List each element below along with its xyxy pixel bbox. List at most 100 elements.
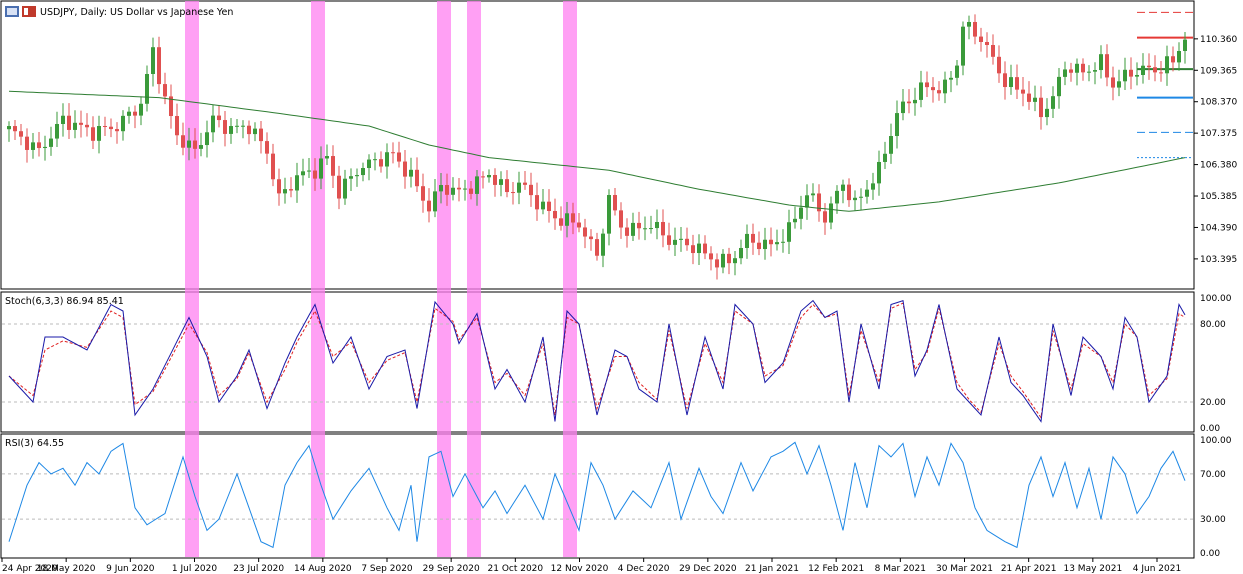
candle-body [805,195,809,208]
candle-body [1147,65,1151,68]
candle-body [619,210,623,228]
candle-body [1177,51,1181,63]
candle-body [673,239,677,245]
candle-body [337,175,341,199]
candle-body [67,115,71,130]
candle-body [553,210,557,219]
chart-canvas[interactable]: USDJPY, Daily: US Dollar vs Japanese Yen… [0,0,1243,574]
candle-body [49,138,53,147]
candlestick-series [7,14,1187,280]
candle-body [265,141,269,154]
candle-body [223,120,227,134]
candle-body [397,152,401,162]
time-tick-label: 4 Jun 2021 [1133,564,1181,574]
candle-body [1153,67,1157,73]
candle-body [847,184,851,201]
candle-body [559,218,563,226]
candle-body [1009,77,1013,88]
candle-body [751,233,755,243]
candle-body [535,195,539,210]
candle-body [781,241,785,243]
candle-body [883,153,887,162]
candle-body [841,184,845,191]
stoch-tick-label: 100.00 [1200,294,1232,304]
time-tick-label: 12 Nov 2020 [551,564,609,574]
candle-body [823,211,827,223]
price-tick-label: 104.390 [1200,223,1237,233]
candle-body [439,185,443,192]
candle-body [1027,93,1031,102]
time-tick-label: 14 Aug 2020 [294,564,352,574]
candle-body [61,115,65,124]
candle-body [445,185,449,195]
candle-body [787,222,791,242]
rsi-title: RSI(3) 64.55 [5,438,64,449]
candle-body [85,124,89,128]
candle-body [37,142,41,149]
candle-body [607,195,611,234]
candle-body [631,222,635,236]
candle-body [901,101,905,114]
candle-body [499,179,503,185]
symbol-header: USDJPY, Daily: US Dollar vs Japanese Yen [5,6,233,18]
candle-body [43,146,47,149]
candle-body [259,128,263,142]
stoch-tick-label: 80.00 [1200,320,1226,330]
candle-body [1099,54,1103,71]
time-tick-label: 21 Jan 2021 [745,564,799,574]
candle-body [889,136,893,154]
candle-body [181,135,185,148]
candle-body [877,161,881,184]
candle-body [1123,69,1127,82]
candle-body [1129,69,1133,77]
candle-body [649,228,653,230]
candle-body [157,47,161,85]
candle-body [31,142,35,150]
chart-window[interactable]: USDJPY, Daily: US Dollar vs Japanese Yen… [0,0,1243,574]
candle-body [73,122,77,130]
candle-body [595,239,599,256]
candle-body [1081,63,1085,73]
time-tick-label: 23 Jul 2020 [233,564,284,574]
price-axis: 110.360 109.365 108.370 107.375 106.380 105.3… [1194,35,1237,265]
price-tick-label: 106.380 [1200,161,1237,171]
candle-body [1063,69,1067,77]
candle-body [7,126,11,130]
candle-body [1015,77,1019,90]
flag-icon-stripe [24,8,28,15]
candle-body [775,242,779,245]
candle-body [697,243,701,254]
candle-body [127,111,131,116]
time-tick-label: 12 Feb 2021 [808,564,864,574]
time-tick-label: 9 Jun 2020 [106,564,155,574]
candle-body [907,101,911,104]
candle-body [1069,69,1073,73]
candle-body [139,103,143,116]
time-tick-label: 29 Sep 2020 [423,564,480,574]
candle-body [757,242,761,250]
time-tick-label: 30 Mar 2021 [936,564,993,574]
candle-body [307,170,311,172]
candle-body [1093,70,1097,72]
candle-body [115,129,119,132]
time-tick-label: 7 Sep 2020 [361,564,413,574]
stoch-title: Stoch(6,3,3) 86.94 85.41 [5,296,124,307]
candle-body [979,36,983,42]
candle-body [277,179,281,194]
candle-body [739,247,743,259]
stoch-panel-frame [0,291,1195,433]
candle-body [895,113,899,137]
candle-body [517,182,521,193]
time-tick-label: 4 Dec 2020 [618,564,670,574]
time-tick-label: 8 Mar 2021 [875,564,926,574]
rsi-panel-frame [0,433,1195,559]
candle-body [1117,81,1121,88]
candle-body [1171,56,1175,63]
chart-type-icon-inner [7,8,17,15]
candle-body [79,122,83,125]
candle-body [973,21,977,37]
candle-body [457,187,461,190]
candle-body [151,47,155,74]
candle-body [409,169,413,177]
price-tick-label: 108.370 [1200,98,1237,108]
